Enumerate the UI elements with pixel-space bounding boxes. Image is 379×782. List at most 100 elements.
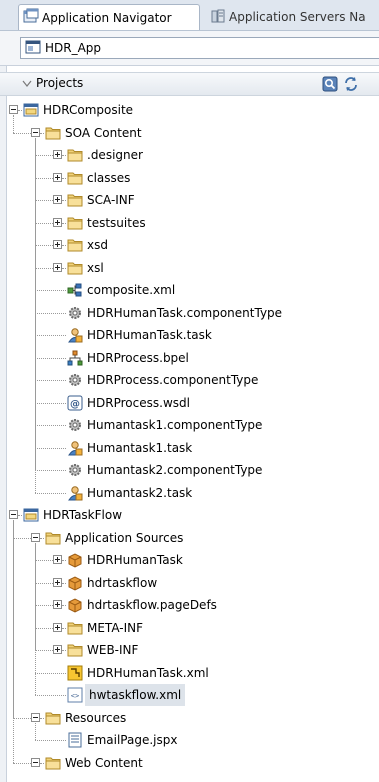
folder-icon	[67, 260, 83, 276]
tree-item-label: WEB-INF	[87, 643, 139, 657]
tree-item-label: HDRProcess.componentType	[87, 373, 259, 387]
tree-item-label: Web Content	[65, 755, 143, 770]
collapse-icon[interactable]	[9, 105, 18, 114]
tree-item-label: HDRHumanTask.componentType	[87, 305, 283, 320]
application-selector[interactable]: HDR_App	[20, 37, 379, 59]
expand-icon[interactable]	[53, 645, 62, 654]
sync-icon[interactable]	[343, 76, 359, 92]
tree-item-label: xsl	[87, 260, 104, 275]
projects-panel-header[interactable]: Projects	[0, 72, 379, 96]
tree-item[interactable]: hdrtaskflow.pageDefs	[0, 594, 379, 616]
expand-icon[interactable]	[53, 240, 62, 249]
expand-icon[interactable]	[53, 577, 62, 587]
tree-item[interactable]: HDRHumanTask.task	[0, 324, 379, 346]
tab-label: Application Navigator	[42, 10, 172, 25]
tree-item-label: Humantask2.task	[87, 485, 193, 500]
expand-icon[interactable]	[53, 262, 62, 272]
tree-item-label: HDRTaskFlow	[43, 508, 123, 522]
tree-item[interactable]: HDRHumanTask	[0, 549, 379, 571]
tree-item[interactable]: HDRComposite	[0, 99, 379, 121]
svg-text:<>: <>	[71, 692, 79, 700]
expand-icon[interactable]	[53, 622, 62, 632]
collapse-icon[interactable]	[31, 757, 40, 767]
human-task-icon	[67, 327, 83, 343]
component-type-icon	[67, 305, 83, 321]
wsdl-icon: @	[67, 395, 83, 411]
tree-item[interactable]: @ HDRProcess.wsdl	[0, 392, 379, 414]
filter-icon[interactable]	[322, 76, 338, 92]
tree-item-label: Humantask2.componentType	[87, 463, 263, 477]
tab-bar: Application Navigator Application Server…	[0, 0, 379, 31]
tree-item-label: hdrtaskflow.pageDefs	[87, 598, 217, 612]
component-type-icon	[67, 462, 83, 478]
tree-item[interactable]: HDRTaskFlow	[0, 504, 379, 526]
tree-item[interactable]: HDRProcess.componentType	[0, 369, 379, 391]
task-flow-icon	[67, 665, 83, 681]
tree-item-label: hdrtaskflow	[87, 575, 158, 590]
tree-item[interactable]: SOA Content	[0, 122, 379, 144]
tree-item-label: classes	[87, 170, 131, 185]
folder-icon	[67, 620, 83, 636]
tree-item[interactable]: Web Content	[0, 752, 379, 774]
bpel-process-icon	[67, 350, 83, 366]
tree-item[interactable]: .designer	[0, 144, 379, 166]
tree-item-label: testsuites	[87, 215, 146, 230]
package-icon	[67, 575, 83, 591]
tree-item[interactable]: Humantask2.task	[0, 482, 379, 504]
collapse-icon[interactable]	[31, 127, 40, 137]
tree-item[interactable]: xsd	[0, 234, 379, 256]
tree-item[interactable]: xsl	[0, 257, 379, 279]
expand-icon[interactable]	[53, 217, 62, 227]
tree-item[interactable]: HDRProcess.bpel	[0, 347, 379, 369]
collapse-icon[interactable]	[31, 712, 40, 722]
tree-item-label: xsd	[87, 238, 108, 252]
tree-item-label: HDRHumanTask.task	[87, 328, 212, 342]
tree-item[interactable]: hdrtaskflow	[0, 572, 379, 594]
tree-item[interactable]: <> hwtaskflow.xml	[0, 684, 379, 706]
tree-item[interactable]: EmailPage.jspx	[0, 729, 379, 751]
tree-item[interactable]: WEB-INF	[0, 639, 379, 661]
tab-application-navigator[interactable]: Application Navigator	[18, 4, 200, 30]
tree-item[interactable]: Humantask1.task	[0, 437, 379, 459]
expand-icon[interactable]	[53, 195, 62, 204]
folder-icon	[45, 530, 61, 546]
tree-item[interactable]: Application Sources	[0, 527, 379, 549]
tree-item-label: HDRHumanTask	[87, 553, 183, 567]
tree-item[interactable]: composite.xml	[0, 279, 379, 301]
expand-icon[interactable]	[53, 600, 62, 609]
folder-icon	[67, 170, 83, 186]
chevron-down-icon[interactable]	[22, 78, 32, 92]
tree-item-label: HDRProcess.bpel	[87, 350, 189, 365]
tree-item[interactable]: classes	[0, 167, 379, 189]
tree-item[interactable]: HDRHumanTask.componentType	[0, 302, 379, 324]
application-servers-icon	[210, 8, 229, 27]
expand-icon[interactable]	[53, 150, 62, 159]
tree-connector	[35, 543, 36, 695]
tree-item-label: Humantask1.componentType	[87, 418, 263, 432]
folder-icon	[67, 215, 83, 231]
application-selector-value: HDR_App	[45, 41, 102, 55]
package-icon	[67, 552, 83, 568]
tree-item[interactable]: HDRHumanTask.xml	[0, 662, 379, 684]
tree-item-label: Resources	[65, 710, 127, 725]
folder-icon	[45, 755, 61, 771]
collapse-icon[interactable]	[9, 510, 18, 519]
tree-item[interactable]: Resources	[0, 707, 379, 729]
tab-application-servers[interactable]: Application Servers Na	[206, 4, 379, 30]
tree-item[interactable]: testsuites	[0, 212, 379, 234]
application-navigator-icon	[23, 8, 42, 27]
expand-icon[interactable]	[53, 172, 62, 182]
tree-item[interactable]: META-INF	[0, 617, 379, 639]
xml-file-icon: <>	[67, 687, 83, 703]
tree-item-label: META-INF	[87, 620, 144, 635]
tree-item[interactable]: Humantask1.componentType	[0, 414, 379, 436]
tree-item-label: hwtaskflow.xml	[85, 684, 186, 706]
tree-connector	[13, 520, 14, 763]
human-task-icon	[67, 485, 83, 501]
component-type-icon	[67, 372, 83, 388]
tree-item-label: HDRComposite	[43, 103, 134, 117]
expand-icon[interactable]	[53, 555, 62, 564]
tree-item[interactable]: Humantask2.componentType	[0, 459, 379, 481]
collapse-icon[interactable]	[31, 532, 40, 542]
tree-item[interactable]: SCA-INF	[0, 189, 379, 211]
